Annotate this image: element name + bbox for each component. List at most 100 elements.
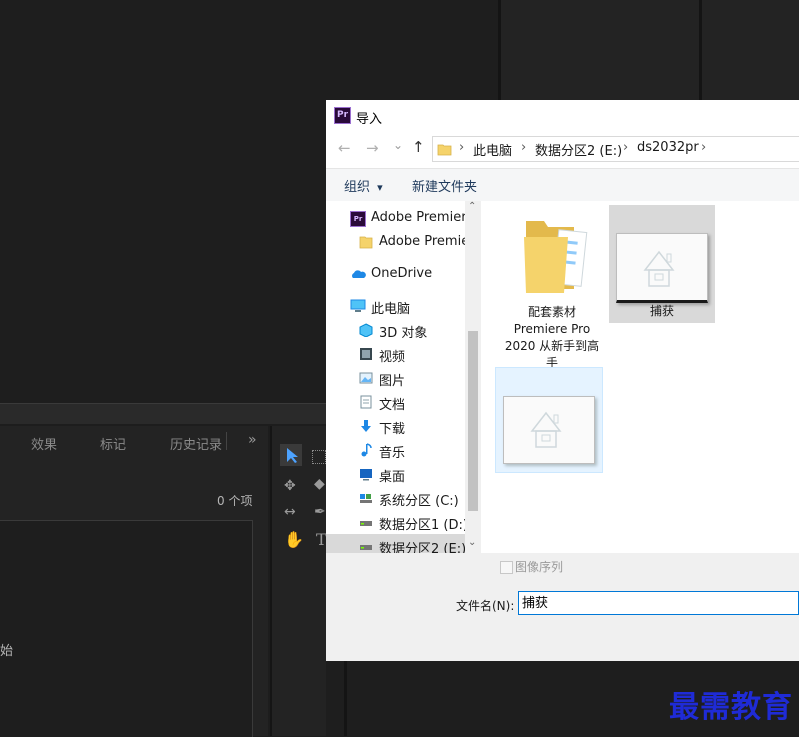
nav-item-desktop[interactable]: 桌面	[326, 462, 466, 486]
up-button[interactable]: ↑	[412, 138, 425, 156]
breadcrumb-separator[interactable]: ›	[521, 140, 526, 155]
pictures-icon	[359, 371, 373, 385]
nav-item-downloads[interactable]: 下载	[326, 414, 466, 438]
nav-item-onedrive[interactable]: OneDrive	[326, 262, 466, 286]
nav-item-label: OneDrive	[371, 266, 433, 281]
nav-item-drive-c[interactable]: 系统分区 (C:)	[326, 486, 466, 510]
download-icon	[359, 419, 373, 433]
scrollbar-thumb[interactable]	[468, 331, 478, 511]
image-thumbnail	[616, 233, 708, 303]
file-label: 配套素材 Premiere Pro 2020 从新手到高 手	[499, 304, 605, 372]
computer-icon	[350, 299, 366, 313]
breadcrumb-ds2032pr[interactable]: ds2032pr	[637, 140, 699, 155]
back-button[interactable]: ←	[338, 139, 351, 157]
nav-item-label: 数据分区1 (D:)	[379, 518, 466, 533]
nav-item-label: Adobe Premier	[379, 234, 466, 249]
nav-item-this-pc[interactable]: 此电脑	[326, 294, 466, 318]
nav-item-video[interactable]: 视频	[326, 342, 466, 366]
file-label-line: 2020 从新手到高	[504, 339, 600, 353]
nav-item-3d-objects[interactable]: 3D 对象	[326, 318, 466, 342]
nav-item-label: 文档	[379, 398, 406, 413]
nav-item-label: Adobe Premiere	[371, 210, 466, 225]
premiere-horizontal-divider	[0, 403, 326, 424]
forward-button[interactable]: →	[366, 139, 379, 157]
tab-history[interactable]: 历史记录	[170, 434, 222, 453]
navigation-pane: Pr Adobe Premiere Adobe Premier OneDrive…	[326, 201, 481, 558]
nav-item-label: 系统分区 (C:)	[379, 494, 459, 509]
project-content-area	[0, 520, 253, 737]
address-row: ← → ⌄ ↑ › 此电脑 › 数据分区2 (E:) › ds2032pr ›	[326, 130, 799, 168]
image-thumbnail	[503, 396, 595, 464]
nav-item-music[interactable]: 音乐	[326, 438, 466, 462]
nav-item-label: 音乐	[379, 446, 406, 461]
file-item-image-selected[interactable]: 捕获	[609, 205, 715, 323]
panel-more-button[interactable]: »	[248, 432, 257, 448]
filename-input[interactable]: 捕获	[518, 591, 799, 615]
file-item-folder[interactable]: 配套素材 Premiere Pro 2020 从新手到高 手	[499, 211, 605, 371]
premiere-pro-logo-icon: Pr	[334, 107, 351, 124]
image-sequence-checkbox[interactable]	[500, 561, 513, 574]
drive-icon	[359, 515, 373, 529]
music-icon	[359, 443, 373, 457]
recent-dropdown-button[interactable]: ⌄	[393, 138, 403, 152]
nav-item-label: 视频	[379, 350, 406, 365]
file-label-line: 配套素材	[527, 305, 576, 319]
project-side-text: 始	[0, 644, 14, 659]
file-label-line: Premiere Pro	[513, 322, 591, 336]
large-folder-icon	[516, 213, 588, 299]
nav-item-label: 图片	[379, 374, 406, 389]
documents-icon	[359, 395, 373, 409]
drive-icon	[359, 539, 373, 553]
nav-item-adobe-premier-folder[interactable]: Adobe Premier	[326, 230, 466, 254]
file-list-pane: 配套素材 Premiere Pro 2020 从新手到高 手 捕获	[481, 201, 799, 553]
breadcrumb-separator[interactable]: ›	[623, 140, 628, 155]
breadcrumb-drive-e[interactable]: 数据分区2 (E:)	[535, 140, 622, 159]
file-item-image-hover[interactable]	[495, 367, 603, 473]
organize-arrow-icon: ▾	[377, 181, 383, 194]
track-select-tool-icon[interactable]	[312, 450, 326, 464]
navigation-scrollbar[interactable]: ⌃ ⌄	[465, 201, 481, 553]
nav-item-label: 此电脑	[371, 302, 411, 317]
dialog-toolbar: 组织 ▾ 新建文件夹	[326, 168, 799, 201]
folder-icon	[437, 141, 452, 156]
nav-item-pictures[interactable]: 图片	[326, 366, 466, 390]
tab-markers[interactable]: 标记	[100, 434, 126, 453]
ripple-edit-tool-icon[interactable]: ✥	[284, 478, 296, 494]
premiere-program-panel	[501, 0, 699, 100]
breadcrumb-separator[interactable]: ›	[701, 140, 706, 155]
project-item-count: 0 个项	[217, 494, 253, 508]
slip-tool-icon[interactable]: ↔	[284, 504, 296, 520]
organize-button[interactable]: 组织 ▾	[344, 176, 383, 195]
scroll-up-arrow-icon[interactable]: ⌃	[468, 201, 476, 212]
new-folder-button[interactable]: 新建文件夹	[412, 176, 477, 195]
nav-item-label: 下载	[379, 422, 406, 437]
timeline-divider	[344, 661, 347, 736]
tab-effects[interactable]: 效果	[31, 434, 57, 453]
import-dialog: Pr 导入 ← → ⌄ ↑ › 此电脑 › 数据分区2 (E:) › ds203…	[326, 100, 799, 661]
desktop-icon	[359, 467, 373, 481]
nav-item-label: 桌面	[379, 470, 406, 485]
3d-objects-icon	[359, 323, 373, 338]
breadcrumb-this-pc[interactable]: 此电脑	[473, 140, 512, 159]
onedrive-icon	[350, 267, 366, 281]
razor-tool-icon[interactable]: ◆	[314, 476, 325, 492]
premiere-right-panel	[702, 0, 799, 100]
nav-item-drive-d[interactable]: 数据分区1 (D:)	[326, 510, 466, 534]
dialog-title-bar: Pr 导入	[326, 100, 799, 130]
image-sequence-label: 图像序列	[515, 560, 564, 574]
video-icon	[359, 347, 373, 361]
premiere-project-panel: 效果 标记 历史记录 » 0 个项 始	[0, 426, 268, 737]
hand-tool-icon[interactable]: ✋	[284, 530, 304, 549]
breadcrumb-separator[interactable]: ›	[459, 140, 464, 155]
address-bar[interactable]: › 此电脑 › 数据分区2 (E:) › ds2032pr ›	[432, 136, 799, 162]
nav-item-adobe-premiere[interactable]: Pr Adobe Premiere	[326, 206, 466, 230]
watermark-logo: 最需教育	[669, 690, 793, 725]
scroll-down-arrow-icon[interactable]: ⌄	[468, 537, 476, 548]
organize-label: 组织	[344, 180, 371, 195]
premiere-tools-panel: ✥ ◆ ↔ ✒ ✋ T	[270, 426, 328, 736]
nav-item-documents[interactable]: 文档	[326, 390, 466, 414]
premiere-icon: Pr	[350, 211, 366, 227]
dialog-title: 导入	[356, 112, 383, 127]
selection-tool-icon[interactable]	[280, 444, 302, 466]
pen-tool-icon[interactable]: ✒	[314, 504, 326, 520]
